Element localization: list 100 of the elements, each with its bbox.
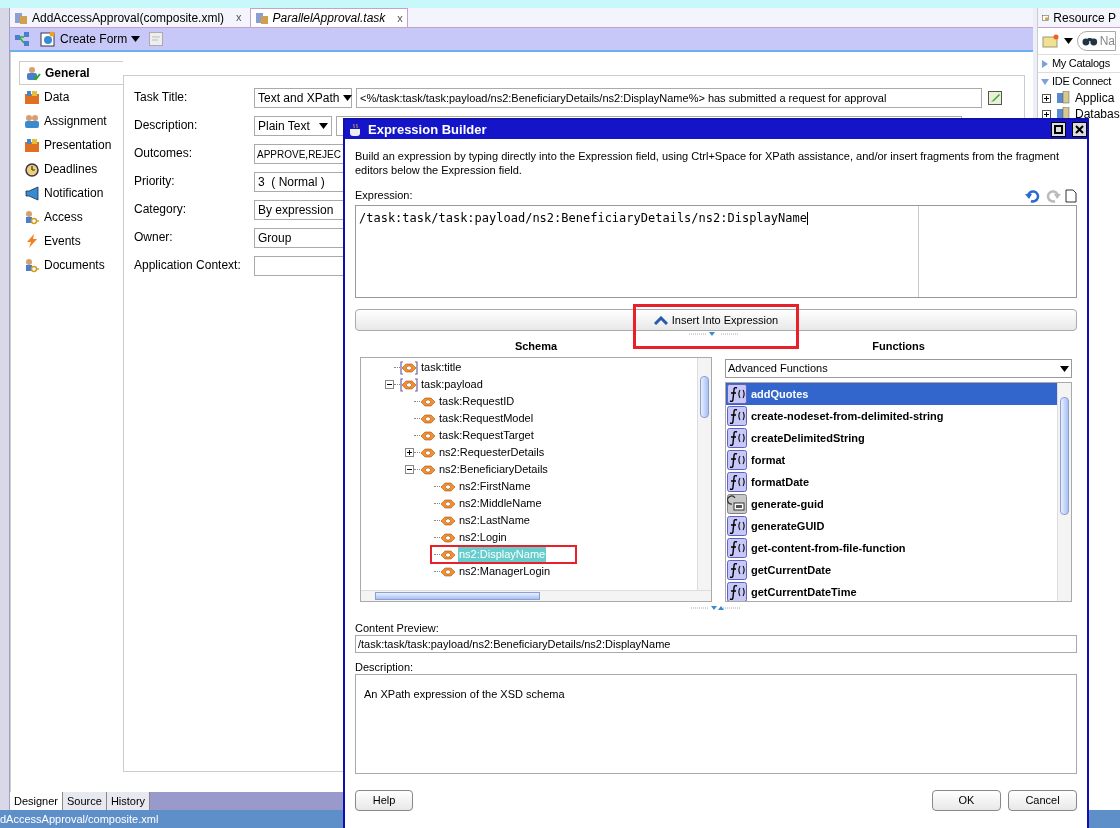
splitter-handle[interactable] [691,605,741,611]
field-label: Owner: [134,229,174,246]
view-tab[interactable]: Designer [10,792,64,810]
function-item[interactable]: formatDate [726,471,1057,493]
splitter-handle[interactable] [689,331,739,337]
dropdown-caret-icon [1064,38,1073,44]
expand-icon[interactable] [405,448,414,457]
function-item[interactable]: format [726,449,1057,471]
function-icon [727,516,747,536]
tree-node[interactable]: ns2:LastName [458,512,531,529]
vertical-scrollbar[interactable] [697,358,711,590]
new-document-icon[interactable] [1065,189,1077,203]
tree-node[interactable]: task:title [420,359,463,376]
user-icon [25,65,41,81]
section-header[interactable]: My Catalogs [1052,55,1110,72]
close-tab-button[interactable]: x [236,9,242,26]
vertical-scrollbar[interactable] [1057,383,1071,601]
close-tab-button[interactable]: x [397,9,403,27]
tree-node[interactable]: ns2:FirstName [458,478,532,495]
element-icon [420,429,436,442]
create-form-button[interactable]: Create Form [40,30,141,48]
expanded-icon[interactable] [1041,77,1049,86]
function-item[interactable]: createDelimitedString [726,427,1057,449]
server-icon [1055,91,1071,105]
function-item[interactable]: getCurrentDateTime [726,581,1057,601]
function-icon [727,406,747,426]
section-header[interactable]: IDE Connect [1052,73,1112,90]
function-item[interactable]: getCurrentDate [726,559,1057,581]
collapse-icon[interactable] [385,380,394,389]
function-item[interactable]: generateGUID [726,515,1057,537]
view-tab[interactable]: History [106,792,151,810]
nav-item[interactable]: Presentation [19,133,123,157]
dialog-button[interactable]: OK [932,790,1001,811]
description-label: Description: [355,660,415,673]
maximize-button[interactable] [1051,122,1066,137]
close-icon [1075,125,1084,134]
key-icon [24,257,40,273]
element-icon [440,497,456,510]
document-icon [14,10,28,25]
field-label: Outcomes: [134,145,194,162]
chevron-up-icon [653,315,668,325]
binoculars-icon [1082,35,1098,47]
collapse-icon[interactable] [405,465,414,474]
tree-node[interactable]: ns2:BeneficiaryDetails [438,461,549,478]
box-icon [24,137,40,153]
element-icon [440,514,456,527]
nav-item[interactable]: Access [19,205,123,229]
function-item[interactable]: create-nodeset-from-delimited-string [726,405,1057,427]
dialog-button[interactable]: Cancel [1008,790,1077,811]
server-icon [1055,107,1071,121]
function-item[interactable]: generate-guid [726,493,1057,515]
close-button[interactable] [1072,122,1087,137]
view-tab[interactable]: Source [63,792,107,810]
element-icon [420,412,436,425]
nav-item[interactable]: General [19,61,123,85]
nav-item[interactable]: Data [19,85,123,109]
tree-node[interactable]: task:payload [420,376,484,393]
editor-tab[interactable]: ParallelApproval.task x [249,8,408,27]
panel-title: Resource P [1053,9,1116,27]
text-field[interactable]: <%/task:task/task:payload/ns2:BeneficiaryDetails/ns2:DisplayName%> has submitted a request for approval [356,88,982,108]
workflow-icon[interactable] [14,31,32,47]
tree-node[interactable]: task:RequestID [438,393,516,410]
folder-icon[interactable] [1042,34,1060,48]
id-card-icon [727,494,747,514]
horizontal-scrollbar[interactable] [361,590,711,601]
insert-into-expression-button[interactable]: Insert Into Expression [355,309,1077,331]
tree-node[interactable]: ns2:RequesterDetails [438,444,546,461]
expand-icon[interactable] [1042,93,1051,103]
nav-item[interactable]: Events [19,229,123,253]
field-label: Description: [134,117,199,134]
tree-node[interactable]: task:RequestModel [438,410,535,427]
undo-icon[interactable] [1025,189,1041,203]
expression-field[interactable]: /task:task/task:payload/ns2:BeneficiaryDetails/ns2:DisplayName [355,205,1077,298]
tree-node[interactable]: ns2:ManagerLogin [458,563,552,580]
nav-item[interactable]: Assignment [19,109,123,133]
caret-icon [343,95,353,101]
nav-item[interactable]: Documents [19,253,123,277]
tree-node[interactable]: ns2:MiddleName [458,495,543,512]
element-icon [440,480,456,493]
dropdown[interactable]: Text and XPath [254,88,352,108]
function-item[interactable]: addQuotes [726,383,1057,405]
tree-item[interactable]: Applica [1075,89,1115,107]
search-field[interactable]: Na [1077,31,1116,51]
tree-item[interactable]: Databas [1075,105,1120,123]
function-icon [727,560,747,580]
dropdown[interactable]: Plain Text [254,116,332,136]
collapsed-icon[interactable] [1041,59,1049,68]
nav-item[interactable]: Notification [19,181,123,205]
nav-item[interactable]: Deadlines [19,157,123,181]
dialog-button[interactable]: Help [355,790,413,811]
edit-icon[interactable] [988,91,1002,105]
tree-node[interactable]: task:RequestTarget [438,427,535,444]
tree-node[interactable]: ns2:Login [458,529,508,546]
clock-icon [24,161,40,177]
preview-label: Content Preview: [355,621,440,634]
caret-icon [131,36,141,42]
function-item[interactable]: get-content-from-file-function [726,537,1057,559]
functions-heading: Functions [872,339,925,354]
category-dropdown[interactable]: Advanced Functions [725,359,1072,378]
group-icon [24,113,40,129]
